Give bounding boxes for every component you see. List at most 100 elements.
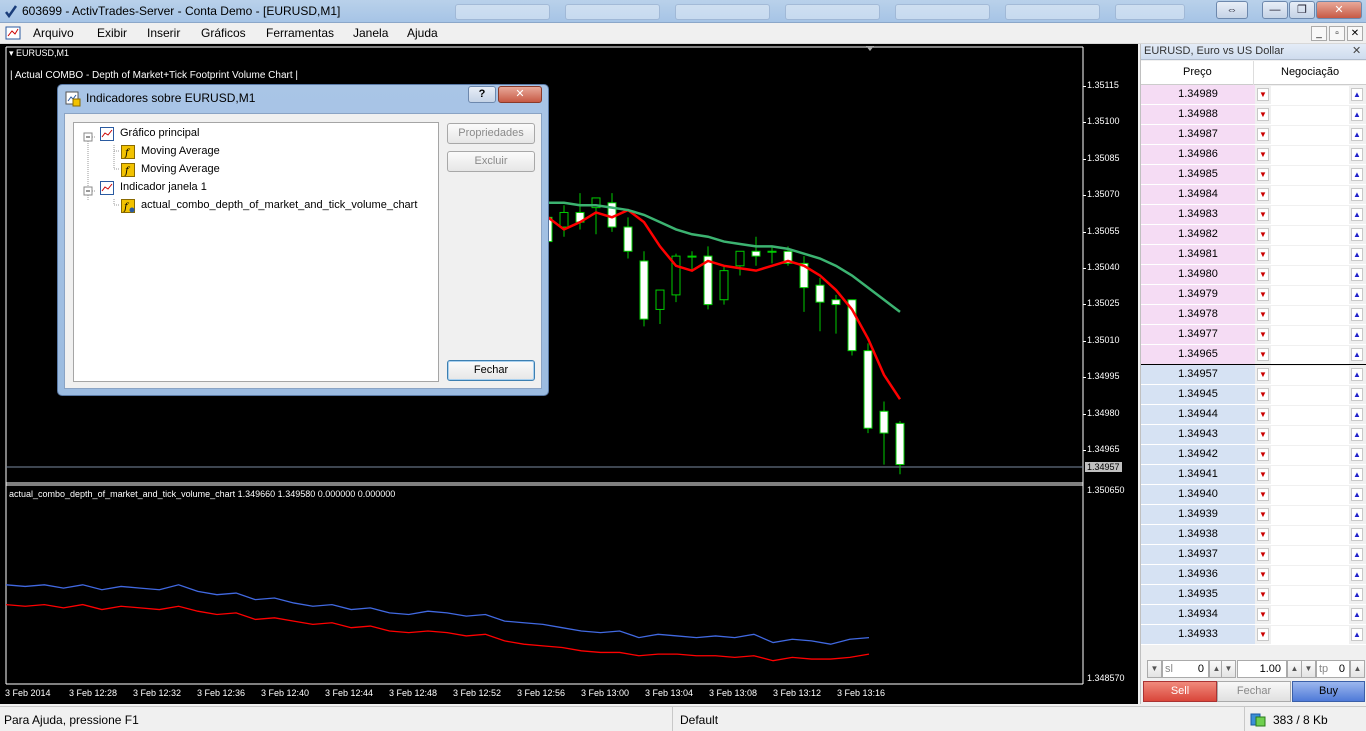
- sell-limit-chevron-down-icon[interactable]: ▼: [1257, 628, 1269, 641]
- buy-limit-chevron-up-icon[interactable]: ▲: [1351, 328, 1363, 341]
- dom-row[interactable]: 1.34988 ▼ ▲: [1141, 105, 1366, 125]
- buy-limit-chevron-up-icon[interactable]: ▲: [1351, 508, 1363, 521]
- tree-item-moving-average-2[interactable]: Moving Average: [141, 163, 220, 175]
- buy-limit-chevron-up-icon[interactable]: ▲: [1351, 128, 1363, 141]
- dom-row[interactable]: 1.34984 ▼ ▲: [1141, 185, 1366, 205]
- tp-field[interactable]: tp 0: [1316, 660, 1350, 678]
- maximize-button[interactable]: ❐: [1289, 1, 1315, 19]
- background-tab[interactable]: [675, 4, 770, 20]
- sell-limit-chevron-down-icon[interactable]: ▼: [1257, 548, 1269, 561]
- buy-limit-chevron-up-icon[interactable]: ▲: [1351, 308, 1363, 321]
- close-button[interactable]: ✕: [1316, 1, 1362, 19]
- sell-limit-chevron-down-icon[interactable]: ▼: [1257, 368, 1269, 381]
- tree-item-combo-indicator[interactable]: actual_combo_depth_of_market_and_tick_vo…: [141, 199, 417, 211]
- buy-limit-chevron-up-icon[interactable]: ▲: [1351, 588, 1363, 601]
- buy-limit-chevron-up-icon[interactable]: ▲: [1351, 368, 1363, 381]
- menu-ferramentas[interactable]: Ferramentas: [266, 26, 334, 40]
- tree-item-moving-average-1[interactable]: Moving Average: [141, 145, 220, 157]
- buy-limit-chevron-up-icon[interactable]: ▲: [1351, 348, 1363, 361]
- sell-limit-chevron-down-icon[interactable]: ▼: [1257, 328, 1269, 341]
- volume-up-button[interactable]: ▲: [1287, 660, 1302, 678]
- buy-limit-chevron-up-icon[interactable]: ▲: [1351, 228, 1363, 241]
- dom-row[interactable]: 1.34979 ▼ ▲: [1141, 285, 1366, 305]
- sell-limit-chevron-down-icon[interactable]: ▼: [1257, 208, 1269, 221]
- sell-button[interactable]: Sell: [1143, 681, 1217, 702]
- child-restore-button[interactable]: ▫: [1329, 26, 1345, 41]
- sell-limit-chevron-down-icon[interactable]: ▼: [1257, 508, 1269, 521]
- volume-down-button[interactable]: ▼: [1221, 660, 1236, 678]
- document-chart-icon[interactable]: [5, 25, 21, 41]
- child-minimize-button[interactable]: _: [1311, 26, 1327, 41]
- buy-limit-chevron-up-icon[interactable]: ▲: [1351, 548, 1363, 561]
- sell-limit-chevron-down-icon[interactable]: ▼: [1257, 568, 1269, 581]
- background-tab[interactable]: [785, 4, 880, 20]
- buy-limit-chevron-up-icon[interactable]: ▲: [1351, 408, 1363, 421]
- sell-limit-chevron-down-icon[interactable]: ▼: [1257, 228, 1269, 241]
- background-tab[interactable]: [1115, 4, 1185, 20]
- buy-limit-chevron-up-icon[interactable]: ▲: [1351, 428, 1363, 441]
- menu-inserir[interactable]: Inserir: [147, 26, 180, 40]
- close-dialog-button[interactable]: Fechar: [447, 360, 535, 381]
- buy-button[interactable]: Buy: [1292, 681, 1365, 702]
- buy-limit-chevron-up-icon[interactable]: ▲: [1351, 568, 1363, 581]
- buy-limit-chevron-up-icon[interactable]: ▲: [1351, 88, 1363, 101]
- sell-limit-chevron-down-icon[interactable]: ▼: [1257, 248, 1269, 261]
- menu-janela[interactable]: Janela: [353, 26, 388, 40]
- dom-row[interactable]: 1.34985 ▼ ▲: [1141, 165, 1366, 185]
- sell-limit-chevron-down-icon[interactable]: ▼: [1257, 88, 1269, 101]
- dom-row[interactable]: 1.34942 ▼ ▲: [1141, 445, 1366, 465]
- sell-limit-chevron-down-icon[interactable]: ▼: [1257, 288, 1269, 301]
- dom-row[interactable]: 1.34957 ▼ ▲: [1141, 365, 1366, 385]
- dom-row[interactable]: 1.34938 ▼ ▲: [1141, 525, 1366, 545]
- menu-ajuda[interactable]: Ajuda: [407, 26, 438, 40]
- buy-limit-chevron-up-icon[interactable]: ▲: [1351, 608, 1363, 621]
- buy-limit-chevron-up-icon[interactable]: ▲: [1351, 528, 1363, 541]
- dom-row[interactable]: 1.34965 ▼ ▲: [1141, 345, 1366, 365]
- dom-row[interactable]: 1.34935 ▼ ▲: [1141, 585, 1366, 605]
- sl-field[interactable]: sl 0: [1162, 660, 1209, 678]
- dom-row[interactable]: 1.34981 ▼ ▲: [1141, 245, 1366, 265]
- minimize-button[interactable]: —: [1262, 1, 1288, 19]
- buy-limit-chevron-up-icon[interactable]: ▲: [1351, 488, 1363, 501]
- buy-limit-chevron-up-icon[interactable]: ▲: [1351, 628, 1363, 641]
- background-tab[interactable]: [565, 4, 660, 20]
- sell-limit-chevron-down-icon[interactable]: ▼: [1257, 108, 1269, 121]
- sell-limit-chevron-down-icon[interactable]: ▼: [1257, 408, 1269, 421]
- sell-limit-chevron-down-icon[interactable]: ▼: [1257, 308, 1269, 321]
- dom-close-icon[interactable]: ✕: [1352, 44, 1361, 57]
- tp-up-button[interactable]: ▲: [1350, 660, 1365, 678]
- properties-button[interactable]: Propriedades: [447, 123, 535, 144]
- dom-row[interactable]: 1.34989 ▼ ▲: [1141, 85, 1366, 105]
- dialog-close-icon[interactable]: ✕: [498, 86, 542, 103]
- dom-row[interactable]: 1.34987 ▼ ▲: [1141, 125, 1366, 145]
- sell-limit-chevron-down-icon[interactable]: ▼: [1257, 268, 1269, 281]
- buy-limit-chevron-up-icon[interactable]: ▲: [1351, 188, 1363, 201]
- buy-limit-chevron-up-icon[interactable]: ▲: [1351, 208, 1363, 221]
- sell-limit-chevron-down-icon[interactable]: ▼: [1257, 428, 1269, 441]
- restore-icon[interactable]: ⇔: [1216, 1, 1248, 19]
- sell-limit-chevron-down-icon[interactable]: ▼: [1257, 448, 1269, 461]
- dom-row[interactable]: 1.34936 ▼ ▲: [1141, 565, 1366, 585]
- buy-limit-chevron-up-icon[interactable]: ▲: [1351, 468, 1363, 481]
- background-tab[interactable]: [1005, 4, 1100, 20]
- dom-row[interactable]: 1.34934 ▼ ▲: [1141, 605, 1366, 625]
- buy-limit-chevron-up-icon[interactable]: ▲: [1351, 268, 1363, 281]
- buy-limit-chevron-up-icon[interactable]: ▲: [1351, 108, 1363, 121]
- dom-row[interactable]: 1.34978 ▼ ▲: [1141, 305, 1366, 325]
- sell-limit-chevron-down-icon[interactable]: ▼: [1257, 468, 1269, 481]
- sell-limit-chevron-down-icon[interactable]: ▼: [1257, 188, 1269, 201]
- buy-limit-chevron-up-icon[interactable]: ▲: [1351, 168, 1363, 181]
- dom-row[interactable]: 1.34986 ▼ ▲: [1141, 145, 1366, 165]
- sl-down-button[interactable]: ▼: [1147, 660, 1162, 678]
- sell-limit-chevron-down-icon[interactable]: ▼: [1257, 128, 1269, 141]
- dom-row[interactable]: 1.34939 ▼ ▲: [1141, 505, 1366, 525]
- child-close-button[interactable]: ✕: [1347, 26, 1363, 41]
- sell-limit-chevron-down-icon[interactable]: ▼: [1257, 388, 1269, 401]
- tree-item-indicator-window[interactable]: Indicador janela 1: [120, 181, 207, 193]
- dom-row[interactable]: 1.34980 ▼ ▲: [1141, 265, 1366, 285]
- menu-arquivo[interactable]: Arquivo: [33, 26, 74, 40]
- tree-item-main-chart[interactable]: Gráfico principal: [120, 127, 199, 139]
- background-tab[interactable]: [455, 4, 550, 20]
- buy-limit-chevron-up-icon[interactable]: ▲: [1351, 148, 1363, 161]
- buy-limit-chevron-up-icon[interactable]: ▲: [1351, 388, 1363, 401]
